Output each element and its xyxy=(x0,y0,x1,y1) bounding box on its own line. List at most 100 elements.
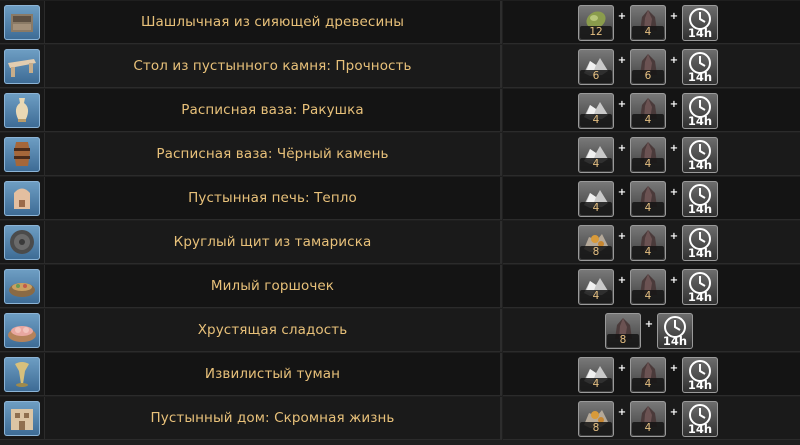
item-name-cell: Извилистый туман xyxy=(45,353,502,396)
craft-time: 14h xyxy=(687,378,713,392)
materials-cell: 8 +14h xyxy=(503,309,800,352)
item-name: Милый горшочек xyxy=(210,278,335,294)
item-name-cell: Хрустящая сладость xyxy=(45,309,502,352)
item-name-cell: Милый горшочек xyxy=(45,265,502,308)
shell-vase-icon[interactable] xyxy=(4,93,40,128)
time-slot[interactable]: 14h xyxy=(682,181,718,217)
materials-cell: 8 +4 +14h xyxy=(503,221,800,264)
material-slot[interactable]: 4 xyxy=(630,93,666,129)
material-count: 12 xyxy=(580,26,612,39)
plus-sign: + xyxy=(669,230,679,242)
craft-time: 14h xyxy=(687,70,713,84)
recipe-row[interactable]: Пустынный дом: Скромная жизнь 8 +4 +14h xyxy=(0,396,800,440)
material-slot[interactable]: 4 xyxy=(630,357,666,393)
recipe-row[interactable]: Хрустящая сладость 8 +14h xyxy=(0,308,800,352)
plus-sign: + xyxy=(669,362,679,374)
craft-time: 14h xyxy=(662,334,688,348)
grill-icon[interactable] xyxy=(4,5,40,40)
item-name-cell: Расписная ваза: Ракушка xyxy=(45,89,502,132)
material-slot[interactable]: 4 xyxy=(630,269,666,305)
time-slot[interactable]: 14h xyxy=(657,313,693,349)
item-name-cell: Шашлычная из сияющей древесины xyxy=(45,1,502,44)
recipe-row[interactable]: Расписная ваза: Ракушка 4 +4 +14h xyxy=(0,88,800,132)
material-slot[interactable]: 4 xyxy=(578,269,614,305)
material-slot[interactable]: 4 xyxy=(578,357,614,393)
plus-sign: + xyxy=(617,10,627,22)
material-slot[interactable]: 6 xyxy=(630,49,666,85)
material-count: 4 xyxy=(580,290,612,303)
plus-sign: + xyxy=(617,406,627,418)
item-icon-cell xyxy=(0,309,45,352)
material-slot[interactable]: 4 xyxy=(630,401,666,437)
materials-cell: 4 +4 +14h xyxy=(503,265,800,308)
materials-list: 8 +4 +14h xyxy=(578,400,718,438)
item-name: Расписная ваза: Ракушка xyxy=(181,102,364,118)
plus-sign: + xyxy=(669,54,679,66)
crunchy-sweet-icon[interactable] xyxy=(4,313,40,348)
recipe-row[interactable]: Извилистый туман 4 +4 +14h xyxy=(0,352,800,396)
material-slot[interactable]: 12 xyxy=(578,5,614,41)
material-slot[interactable]: 4 xyxy=(630,181,666,217)
time-slot[interactable]: 14h xyxy=(682,269,718,305)
material-slot[interactable]: 8 xyxy=(578,401,614,437)
material-slot[interactable]: 6 xyxy=(578,49,614,85)
desert-house-icon[interactable] xyxy=(4,401,40,436)
recipe-row[interactable]: Расписная ваза: Чёрный камень 4 +4 +14h xyxy=(0,132,800,176)
material-slot[interactable]: 4 xyxy=(578,181,614,217)
item-name: Хрустящая сладость xyxy=(197,322,348,338)
plus-sign: + xyxy=(617,186,627,198)
material-slot[interactable]: 4 xyxy=(578,137,614,173)
material-count: 4 xyxy=(632,158,664,171)
recipe-row[interactable]: Стол из пустынного камня: Прочность 6 +6 +1… xyxy=(0,44,800,88)
time-slot[interactable]: 14h xyxy=(682,225,718,261)
plus-sign: + xyxy=(617,362,627,374)
material-count: 4 xyxy=(632,422,664,435)
time-slot[interactable]: 14h xyxy=(682,5,718,41)
recipe-row[interactable]: Шашлычная из сияющей древесины 12 +4 +14h xyxy=(0,0,800,44)
materials-cell: 4 +4 +14h xyxy=(503,133,800,176)
materials-cell: 4 +4 +14h xyxy=(503,353,800,396)
cute-pot-icon[interactable] xyxy=(4,269,40,304)
materials-list: 4 +4 +14h xyxy=(578,268,718,306)
material-slot[interactable]: 8 xyxy=(605,313,641,349)
item-name-cell: Пустынная печь: Тепло xyxy=(45,177,502,220)
round-shield-icon[interactable] xyxy=(4,225,40,260)
materials-list: 4 +4 +14h xyxy=(578,180,718,218)
time-slot[interactable]: 14h xyxy=(682,49,718,85)
item-icon-cell xyxy=(0,89,45,132)
material-slot[interactable]: 4 xyxy=(630,225,666,261)
recipe-row[interactable]: Пустынная печь: Тепло 4 +4 +14h xyxy=(0,176,800,220)
stone-table-icon[interactable] xyxy=(4,49,40,84)
plus-sign: + xyxy=(617,230,627,242)
winding-mist-icon[interactable] xyxy=(4,357,40,392)
materials-list: 4 +4 +14h xyxy=(578,92,718,130)
item-name: Пустынный дом: Скромная жизнь xyxy=(150,410,395,426)
item-name-cell: Расписная ваза: Чёрный камень xyxy=(45,133,502,176)
time-slot[interactable]: 14h xyxy=(682,93,718,129)
material-count: 8 xyxy=(580,246,612,259)
material-slot[interactable]: 4 xyxy=(630,5,666,41)
materials-cell: 8 +4 +14h xyxy=(503,397,800,440)
material-slot[interactable]: 8 xyxy=(578,225,614,261)
recipe-table: Шашлычная из сияющей древесины 12 +4 +14h Ст… xyxy=(0,0,800,445)
plus-sign: + xyxy=(669,186,679,198)
desert-oven-icon[interactable] xyxy=(4,181,40,216)
black-stone-vase-icon[interactable] xyxy=(4,137,40,172)
material-count: 4 xyxy=(632,202,664,215)
material-slot[interactable]: 4 xyxy=(578,93,614,129)
item-icon-cell xyxy=(0,397,45,440)
item-icon-cell xyxy=(0,221,45,264)
recipe-row[interactable]: Круглый щит из тамариска 8 +4 +14h xyxy=(0,220,800,264)
materials-list: 4 +4 +14h xyxy=(578,356,718,394)
time-slot[interactable]: 14h xyxy=(682,401,718,437)
materials-list: 8 +14h xyxy=(605,312,693,350)
plus-sign: + xyxy=(669,98,679,110)
time-slot[interactable]: 14h xyxy=(682,357,718,393)
item-icon-cell xyxy=(0,177,45,220)
recipe-row[interactable]: Милый горшочек 4 +4 +14h xyxy=(0,264,800,308)
material-count: 6 xyxy=(580,70,612,83)
materials-list: 4 +4 +14h xyxy=(578,136,718,174)
time-slot[interactable]: 14h xyxy=(682,137,718,173)
materials-list: 8 +4 +14h xyxy=(578,224,718,262)
material-slot[interactable]: 4 xyxy=(630,137,666,173)
